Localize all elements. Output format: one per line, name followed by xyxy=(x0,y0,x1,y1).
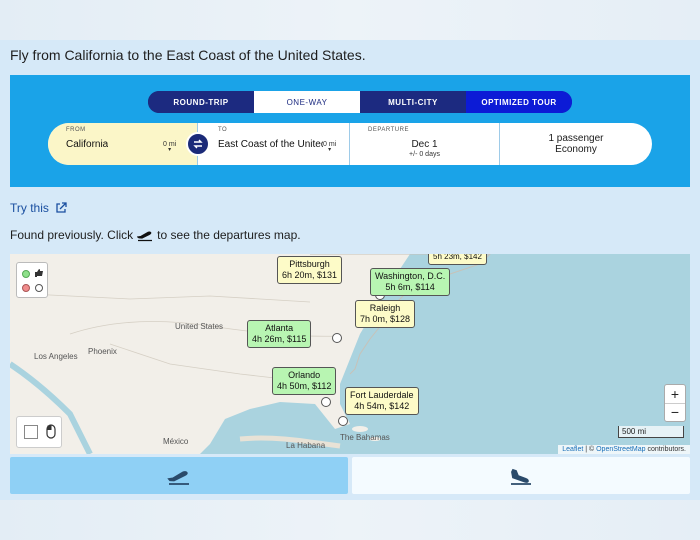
from-value: California xyxy=(66,139,109,150)
map-legend[interactable] xyxy=(16,262,48,298)
caret-down-icon: ▾ xyxy=(168,147,172,153)
leaflet-link[interactable]: Leaflet xyxy=(562,446,583,453)
map-scale: 500 mi xyxy=(618,426,684,438)
try-this-label: Try this xyxy=(10,201,49,215)
from-label: FROM xyxy=(66,127,86,133)
destination-bubble-partial[interactable]: 5h 23m, $142 xyxy=(428,254,487,265)
zoom-out-button[interactable]: − xyxy=(665,404,685,422)
from-field[interactable]: FROM California 0 mi ▾ xyxy=(48,123,198,165)
destination-city: Atlanta xyxy=(265,323,294,333)
thumbs-up-icon xyxy=(35,269,43,277)
map-mode-buttons xyxy=(10,457,690,494)
passenger-count: 1 passenger xyxy=(548,133,604,144)
found-text-after: to see the departures map. xyxy=(157,228,301,242)
checkbox[interactable] xyxy=(24,425,38,439)
departure-label: DEPARTURE xyxy=(368,127,409,133)
map-label-bahamas: The Bahamas xyxy=(340,433,390,442)
page-headline: Fly from California to the East Coast of… xyxy=(10,47,366,63)
cabin-class: Economy xyxy=(555,144,597,155)
zoom-controls: + − xyxy=(664,384,686,422)
departures-map[interactable]: United States Los Angeles Phoenix México… xyxy=(10,254,690,454)
found-text-before: Found previously. Click xyxy=(10,228,134,242)
tab-optimized-tour[interactable]: OPTIMIZED TOUR xyxy=(466,91,572,113)
arrivals-button[interactable] xyxy=(352,457,690,494)
departure-plane-icon[interactable] xyxy=(137,228,153,242)
search-form: FROM California 0 mi ▾ TO East Coast of t… xyxy=(48,123,652,165)
empty-dot-icon xyxy=(35,284,43,292)
to-value: East Coast of the United States xyxy=(218,139,323,150)
destination-info: 6h 20m, $131 xyxy=(282,270,338,280)
departure-field[interactable]: DEPARTURE Dec 1 +/- 0 days xyxy=(350,123,500,165)
destination-city: Orlando xyxy=(288,370,321,380)
map-label-la-habana: La Habana xyxy=(286,441,326,450)
destination-city: Raleigh xyxy=(369,303,401,313)
destination-bubble-atlanta[interactable]: Atlanta 4h 26m, $115 xyxy=(247,320,312,348)
destination-city: Fort Lauderdale xyxy=(350,390,414,400)
tab-round-trip[interactable]: ROUND-TRIP xyxy=(148,91,254,113)
departure-plane-icon xyxy=(167,470,189,485)
destination-marker[interactable] xyxy=(321,397,331,407)
destination-bubble-fort-lauderdale[interactable]: Fort Lauderdale 4h 54m, $142 xyxy=(345,387,419,415)
swap-icon xyxy=(193,139,203,149)
destination-info: 4h 54m, $142 xyxy=(354,401,410,411)
arrival-plane-icon xyxy=(511,468,531,485)
found-previously-text: Found previously. Click to see the depar… xyxy=(10,228,301,242)
map-label-los-angeles: Los Angeles xyxy=(34,352,78,361)
tab-one-way[interactable]: ONE-WAY xyxy=(254,91,360,113)
external-link-icon xyxy=(56,202,67,213)
try-this-link[interactable]: Try this xyxy=(10,201,67,215)
to-radius-selector[interactable]: 0 mi ▾ xyxy=(323,141,336,153)
departure-date: Dec 1 xyxy=(411,139,438,150)
caret-down-icon: ▾ xyxy=(328,147,332,153)
flight-search-panel: ROUND-TRIP ONE-WAY MULTI-CITY OPTIMIZED … xyxy=(10,75,690,187)
destination-info: 7h 0m, $128 xyxy=(360,314,411,324)
tab-multi-city[interactable]: MULTI-CITY xyxy=(360,91,466,113)
attribution-separator: | © xyxy=(583,446,597,453)
destination-bubble-raleigh[interactable]: Raleigh 7h 0m, $128 xyxy=(355,300,416,328)
from-radius-selector[interactable]: 0 mi ▾ xyxy=(163,141,176,153)
destination-info: 5h 6m, $114 xyxy=(385,282,435,292)
departure-flex: +/- 0 days xyxy=(409,151,440,158)
to-label: TO xyxy=(218,127,228,133)
destination-info: 4h 50m, $112 xyxy=(277,381,332,391)
attribution-end: contributors. xyxy=(645,446,686,453)
red-dot-icon xyxy=(22,284,30,292)
green-dot-icon xyxy=(22,270,30,278)
trip-type-tabs: ROUND-TRIP ONE-WAY MULTI-CITY OPTIMIZED … xyxy=(148,91,572,113)
map-label-phoenix: Phoenix xyxy=(88,347,117,356)
mouse-icon xyxy=(46,424,56,439)
to-field[interactable]: TO East Coast of the United States 0 mi▾ xyxy=(198,123,350,165)
departures-button[interactable] xyxy=(10,457,348,494)
bottom-band xyxy=(0,500,700,540)
map-attribution: Leaflet | © OpenStreetMap contributors. xyxy=(558,445,690,454)
destination-marker[interactable] xyxy=(332,333,342,343)
destination-city: Washington, D.C. xyxy=(375,271,446,281)
top-band xyxy=(0,0,700,40)
destination-bubble-orlando[interactable]: Orlando 4h 50m, $112 xyxy=(272,367,337,395)
zoom-in-button[interactable]: + xyxy=(665,385,685,404)
swap-button[interactable] xyxy=(186,132,210,156)
map-mode-controls[interactable] xyxy=(16,416,62,448)
destination-city: Pittsburgh xyxy=(289,259,330,269)
passengers-field[interactable]: 1 passenger Economy xyxy=(500,123,652,165)
destination-info: 4h 26m, $115 xyxy=(252,334,307,344)
openstreetmap-link[interactable]: OpenStreetMap xyxy=(596,446,645,453)
destination-bubble-pittsburgh[interactable]: Pittsburgh 6h 20m, $131 xyxy=(277,256,343,284)
destination-marker[interactable] xyxy=(338,416,348,426)
map-label-united-states: United States xyxy=(175,322,224,331)
destination-bubble-washington[interactable]: Washington, D.C. 5h 6m, $114 xyxy=(370,268,451,296)
map-label-mexico: México xyxy=(163,437,189,446)
